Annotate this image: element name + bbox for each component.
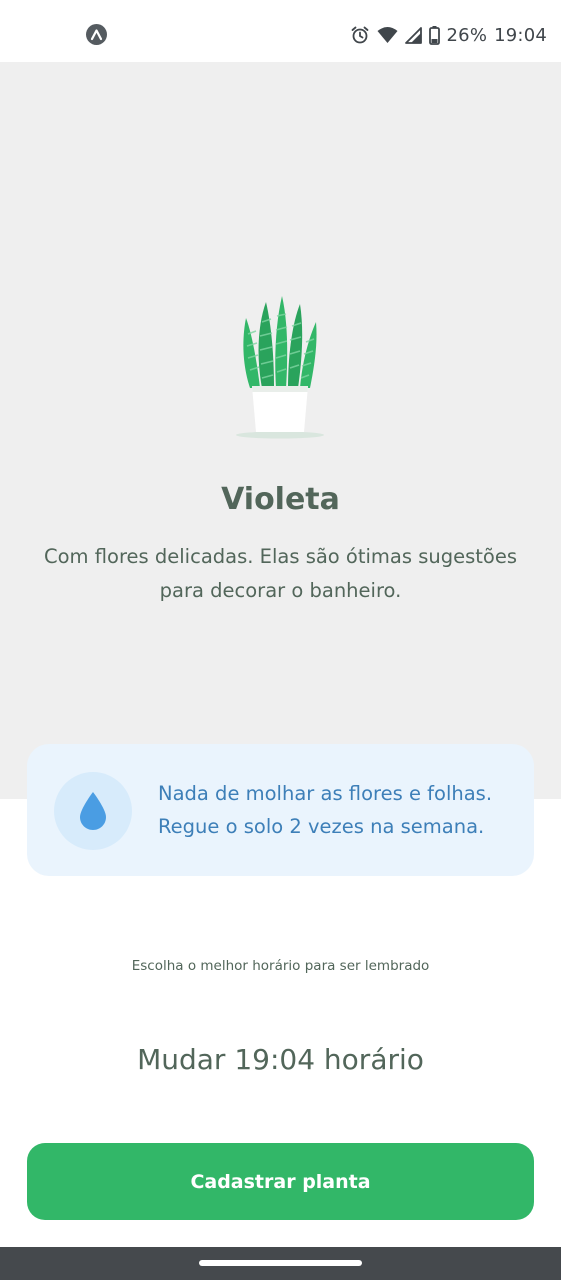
battery-icon	[428, 25, 440, 45]
status-bar: 26% 19:04	[0, 0, 561, 62]
status-icons: 26% 19:04	[350, 22, 547, 48]
alarm-icon	[350, 25, 370, 45]
system-navigation-bar	[0, 1247, 561, 1280]
signal-icon	[404, 26, 422, 44]
expo-icon	[86, 24, 107, 45]
water-tip-text: Nada de molhar as flores e folhas. Regue…	[158, 782, 493, 838]
water-drop-icon	[80, 792, 106, 830]
water-tip-card: Nada de molhar as flores e folhas. Regue…	[27, 744, 534, 876]
plant-save-screen: 26% 19:04 Violeta Com flores delicadas. …	[0, 0, 561, 1280]
home-indicator[interactable]	[199, 1260, 362, 1266]
battery-percent: 26%	[446, 24, 488, 46]
water-drop-icon-container	[54, 772, 132, 850]
reminder-label: Escolha o melhor horário para ser lembra…	[131, 958, 430, 974]
change-time-button[interactable]: Mudar 19:04 horário	[0, 1043, 561, 1076]
plant-name: Violeta	[221, 482, 340, 517]
plant-description: Com flores delicadas. Elas são ótimas su…	[43, 545, 518, 602]
plant-info-section: Violeta Com flores delicadas. Elas são ó…	[0, 62, 561, 799]
snake-plant-illustration	[236, 296, 324, 439]
wifi-icon	[377, 26, 398, 44]
register-plant-button[interactable]: Cadastrar planta	[27, 1143, 534, 1220]
clock: 19:04	[494, 24, 547, 46]
